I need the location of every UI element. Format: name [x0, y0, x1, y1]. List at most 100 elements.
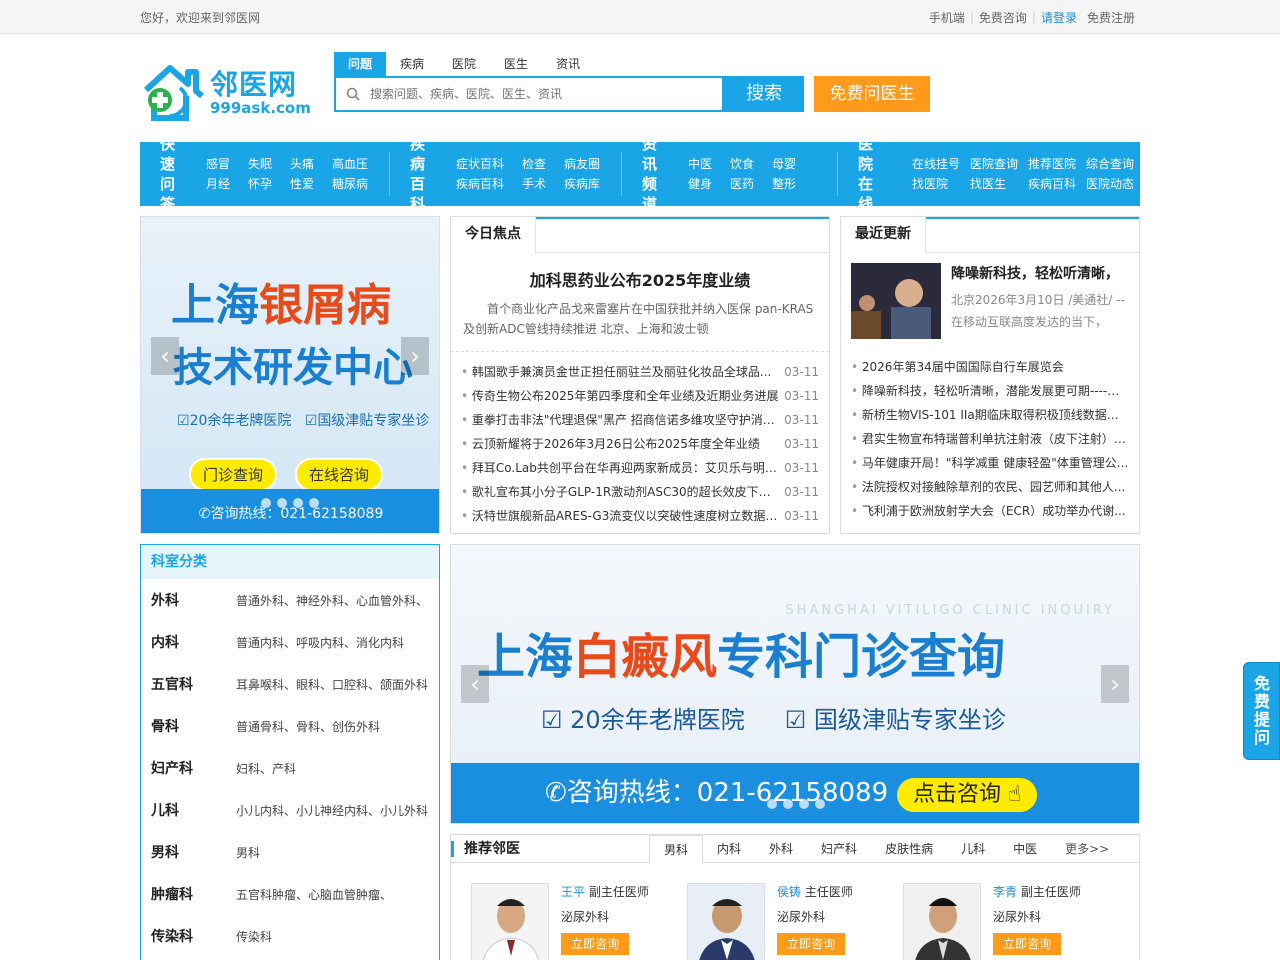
- list-item[interactable]: 歌礼宣布其小分子GLP-1R激动剂ASC30的超长效皮下储库...03-11: [461, 480, 819, 504]
- nav-item[interactable]: 月经: [206, 174, 230, 194]
- more-link[interactable]: 更多>>: [1051, 835, 1123, 863]
- nav-item[interactable]: 失眠: [248, 154, 272, 174]
- list-item[interactable]: 君实生物宣布特瑞普利单抗注射液（皮下注射）1...: [851, 427, 1129, 451]
- register-link[interactable]: 免费注册: [1082, 9, 1140, 26]
- nav-item[interactable]: 找医院: [912, 174, 960, 194]
- nav-item[interactable]: 头痛: [290, 154, 314, 174]
- nav-item[interactable]: 综合查询: [1086, 154, 1134, 174]
- nav-item[interactable]: 高血压: [332, 154, 368, 174]
- nav-item[interactable]: 性爱: [290, 174, 314, 194]
- doctor-photo[interactable]: [903, 883, 981, 960]
- consult-now-button[interactable]: 立即咨询: [777, 933, 846, 955]
- nav-item[interactable]: 医院动态: [1086, 174, 1134, 194]
- list-item[interactable]: 传奇生物公布2025年第四季度和全年业绩及近期业务进展03-11: [461, 384, 819, 408]
- tab-surgery[interactable]: 外科: [755, 835, 807, 863]
- list-item[interactable]: 沃特世旗舰新品ARES-G3流变仪以突破性速度树立数据质...03-11: [461, 504, 819, 528]
- free-question-float-button[interactable]: 免费提问: [1243, 662, 1280, 760]
- list-item[interactable]: 重拳打击非法"代理退保"黑产 招商信诺多维攻坚守护消费...03-11: [461, 408, 819, 432]
- tab-internal[interactable]: 内科: [703, 835, 755, 863]
- doctor-name[interactable]: 侯铸: [777, 885, 801, 899]
- nav-item[interactable]: 在线挂号: [912, 154, 960, 174]
- search-input[interactable]: [336, 78, 722, 110]
- list-item[interactable]: 飞利浦于欧洲放射学大会（ECR）成功举办代谢...: [851, 499, 1129, 523]
- nav-item[interactable]: 母婴: [772, 154, 796, 174]
- list-item[interactable]: 2026年第34届中国国际自行车展览会: [851, 355, 1129, 379]
- nav-head[interactable]: 快速问答: [160, 134, 188, 214]
- tab-tcm[interactable]: 中医: [999, 835, 1051, 863]
- login-link[interactable]: 请登录: [1036, 9, 1082, 26]
- nav-item[interactable]: 饮食: [730, 154, 754, 174]
- psoriasis-banner[interactable]: 上海银屑病 技术研发中心 ☑20余年老牌医院 ☑国级津贴专家坐诊 门诊查询 在线…: [140, 216, 440, 534]
- online-consult-button[interactable]: 在线咨询: [295, 458, 384, 491]
- dept-row[interactable]: 妇产科 妇科、产科: [141, 747, 439, 789]
- dept-row[interactable]: 男科 男科: [141, 831, 439, 873]
- consult-now-button[interactable]: 立即咨询: [993, 933, 1062, 955]
- nav-head[interactable]: 疾病百科: [410, 134, 438, 214]
- nav-item[interactable]: 检查: [522, 154, 546, 174]
- featured-photo[interactable]: [851, 263, 941, 339]
- search-tab-question[interactable]: 问题: [334, 52, 387, 76]
- dept-row[interactable]: 内科 普通内科、呼吸内科、消化内科: [141, 621, 439, 663]
- nav-item[interactable]: 手术: [522, 174, 546, 194]
- click-consult-button[interactable]: 点击咨询 ☝: [897, 778, 1038, 812]
- doctor-photo[interactable]: [471, 883, 549, 960]
- nav-item[interactable]: 疾病百科: [456, 174, 504, 194]
- nav-item[interactable]: 症状百科: [456, 154, 504, 174]
- nav-item[interactable]: 怀孕: [248, 174, 272, 194]
- list-item[interactable]: 拜耳Co.Lab共创平台在华再迎两家新成员：艾贝乐与明澄...03-11: [461, 456, 819, 480]
- nav-item[interactable]: 医院查询: [970, 154, 1018, 174]
- tab-obgyn[interactable]: 妇产科: [807, 835, 871, 863]
- nav-item[interactable]: 疾病库: [564, 174, 600, 194]
- carousel-dots[interactable]: [261, 498, 319, 508]
- dept-row[interactable]: 儿科 小儿内科、小儿神经内科、小儿外科: [141, 789, 439, 831]
- search-tab-news[interactable]: 资讯: [542, 52, 594, 76]
- nav-item[interactable]: 病友圈: [564, 154, 600, 174]
- vitiligo-banner[interactable]: SHANGHAI VITILIGO CLINIC INQUIRY 上海白癜风专科…: [450, 544, 1140, 824]
- focus-headline[interactable]: 加科思药业公布2025年度业绩: [451, 267, 829, 291]
- doctor-photo[interactable]: [687, 883, 765, 960]
- list-item[interactable]: 降噪新科技，轻松听清晰，潜能发展更可期----科...: [851, 379, 1129, 403]
- doctor-name[interactable]: 王平: [561, 885, 585, 899]
- dept-row[interactable]: 传染科 传染科: [141, 915, 439, 957]
- dept-row[interactable]: 五官科 耳鼻喉科、眼科、口腔科、颌面外科: [141, 663, 439, 705]
- mobile-link[interactable]: 手机端: [924, 9, 970, 26]
- clinic-query-button[interactable]: 门诊查询: [189, 458, 278, 491]
- nav-item[interactable]: 健身: [688, 174, 712, 194]
- nav-item[interactable]: 糖尿病: [332, 174, 368, 194]
- consult-now-button[interactable]: 立即咨询: [561, 933, 630, 955]
- list-item[interactable]: 新桥生物VIS-101 IIa期临床取得积极顶线数据，...: [851, 403, 1129, 427]
- list-item[interactable]: 韩国歌手兼演员金世正担任丽驻兰及丽驻化妆品全球品...03-11: [461, 360, 819, 384]
- prev-arrow-icon[interactable]: ‹: [461, 665, 489, 703]
- nav-item[interactable]: 找医生: [970, 174, 1018, 194]
- search-button[interactable]: 搜索: [724, 76, 804, 112]
- search-tab-disease[interactable]: 疾病: [386, 52, 438, 76]
- next-arrow-icon[interactable]: ›: [401, 337, 429, 375]
- dept-row[interactable]: 骨科 普通骨科、骨科、创伤外科: [141, 705, 439, 747]
- site-logo[interactable]: 邻医网 999ask.com: [140, 64, 311, 122]
- nav-head[interactable]: 资讯频道: [642, 134, 670, 214]
- nav-item[interactable]: 中医: [688, 154, 712, 174]
- prev-arrow-icon[interactable]: ‹: [151, 337, 179, 375]
- next-arrow-icon[interactable]: ›: [1101, 665, 1129, 703]
- dept-row[interactable]: 肿瘤科 五官科肿瘤、心脑血管肿瘤、: [141, 873, 439, 915]
- tab-andrology[interactable]: 男科: [649, 835, 704, 864]
- recent-featured[interactable]: 降噪新科技，轻松听清晰， 北京2026年3月10日 /美通社/ -- 在移动互联…: [841, 253, 1139, 345]
- consult-link[interactable]: 免费咨询: [974, 9, 1032, 26]
- carousel-dots[interactable]: [767, 799, 825, 809]
- nav-item[interactable]: 整形: [772, 174, 796, 194]
- search-tab-hospital[interactable]: 医院: [438, 52, 490, 76]
- list-item[interactable]: 云顶新耀将于2026年3月26日公布2025年度全年业绩03-11: [461, 432, 819, 456]
- tab-pediatrics[interactable]: 儿科: [947, 835, 999, 863]
- nav-item[interactable]: 疾病百科: [1028, 174, 1076, 194]
- dept-row[interactable]: 外科 普通外科、神经外科、心血管外科、: [141, 579, 439, 621]
- free-ask-doctor-button[interactable]: 免费问医生: [814, 76, 930, 112]
- nav-head[interactable]: 医院在线: [858, 134, 886, 214]
- tab-dermatology[interactable]: 皮肤性病: [871, 835, 947, 863]
- nav-item[interactable]: 推荐医院: [1028, 154, 1076, 174]
- list-item[interactable]: 马年健康开局！"科学减重 健康轻盈"体重管理公...: [851, 451, 1129, 475]
- list-item[interactable]: 法院授权对接触除草剂的农民、园艺师和其他人...: [851, 475, 1129, 499]
- nav-item[interactable]: 医药: [730, 174, 754, 194]
- search-tab-doctor[interactable]: 医生: [490, 52, 542, 76]
- doctor-name[interactable]: 李青: [993, 885, 1017, 899]
- featured-title[interactable]: 降噪新科技，轻松听清晰，: [951, 263, 1129, 283]
